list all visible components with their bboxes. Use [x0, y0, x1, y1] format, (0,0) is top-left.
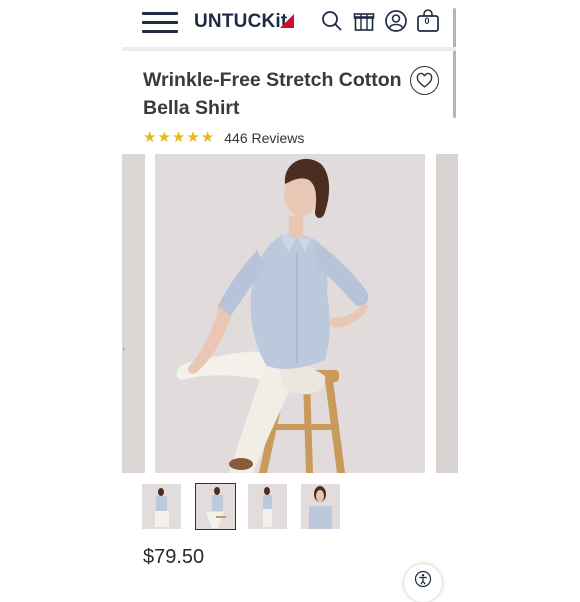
header-divider	[122, 47, 456, 51]
gift-icon[interactable]	[352, 9, 376, 33]
thumbnail-image	[301, 484, 340, 529]
star-icon: ★	[157, 129, 171, 146]
star-icon: ★	[186, 129, 200, 146]
star-icon: ★	[143, 129, 157, 146]
product-rating[interactable]: ★ ★ ★ ★ ★ 446 Reviews	[143, 129, 304, 147]
model-photo	[155, 154, 425, 473]
previous-image-slide[interactable]: ›	[122, 154, 145, 473]
site-header: UNTUCKit 0	[122, 0, 456, 44]
accessibility-button[interactable]	[404, 564, 442, 602]
brand-logo[interactable]: UNTUCKit	[194, 11, 287, 33]
thumbnail-1[interactable]	[142, 484, 181, 529]
thumbnail-2[interactable]	[195, 483, 236, 530]
cart-button[interactable]: 0	[416, 9, 440, 33]
logo-mark-icon	[280, 14, 294, 28]
cart-count-badge: 0	[424, 16, 430, 26]
thumbnail-image	[142, 484, 181, 529]
accessibility-icon	[414, 570, 432, 588]
reviews-link[interactable]: 446 Reviews	[224, 130, 304, 146]
next-image-slide[interactable]	[436, 154, 458, 473]
favorite-button[interactable]	[410, 66, 439, 95]
product-title: Wrinkle-Free Stretch Cotton Bella Shirt	[143, 69, 402, 119]
search-icon[interactable]	[320, 9, 344, 33]
product-price: $79.50	[143, 546, 205, 568]
page-scrollbar[interactable]	[453, 8, 456, 118]
account-icon[interactable]	[384, 9, 408, 33]
thumbnail-image	[248, 484, 287, 529]
heart-icon	[416, 72, 433, 88]
thumbnail-image	[196, 484, 235, 529]
star-icon: ★	[171, 129, 186, 146]
star-rating: ★ ★ ★ ★ ★	[143, 130, 214, 146]
thumbnail-4[interactable]	[301, 484, 340, 529]
thumbnail-3[interactable]	[248, 484, 287, 529]
star-icon: ★	[200, 129, 215, 146]
hamburger-menu-icon[interactable]	[142, 12, 178, 34]
chevron-left-icon: ›	[122, 344, 126, 355]
product-main-image[interactable]	[155, 154, 425, 473]
